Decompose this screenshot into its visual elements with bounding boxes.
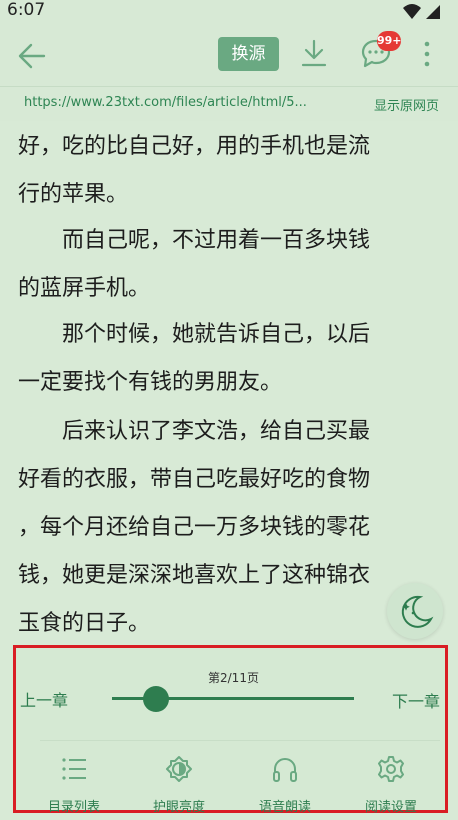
status-time: 6:07 [7,0,46,20]
reading-settings-button[interactable]: 阅读设置 [349,754,433,815]
night-mode-button[interactable] [387,583,443,639]
toc-button[interactable]: 目录列表 [32,754,116,815]
reader-control-panel: 第2/11页 上一章 下一章 目录列表 护眼亮度 语音朗读 阅读设置 [13,645,448,815]
status-bar: 6:07 [0,0,458,24]
status-icons [402,3,446,25]
download-button[interactable] [300,38,328,68]
headphones-icon [273,758,297,782]
comment-count-badge: 99+ [377,31,402,51]
more-button[interactable] [420,40,434,70]
more-vertical-icon [424,41,430,67]
gear-icon [378,756,404,782]
signal-icon [426,5,440,19]
back-arrow-icon [18,43,46,69]
show-original-link[interactable]: 显示原网页 [374,95,439,114]
voice-read-button[interactable]: 语音朗读 [243,754,327,815]
reading-content[interactable]: 好，吃的比自己好，用的手机也是流 行的苹果。 而自己呢，不过用着一百多块钱 的蓝… [0,121,458,646]
paragraph: 而自己呢，不过用着一百多块钱 的蓝屏手机。 [18,228,371,301]
paragraph: 那个时候，她就告诉自己，以后 一定要找个有钱的男朋友。 [18,322,371,395]
list-icon [62,758,86,780]
next-chapter-button[interactable]: 下一章 [392,688,440,712]
moon-icon [401,595,434,628]
panel-divider [40,740,440,741]
eye-brightness-button[interactable]: 护眼亮度 [137,754,221,815]
progress-slider-thumb[interactable] [143,686,169,712]
tool-label: 护眼亮度 [152,800,205,815]
top-toolbar: 换源 99+ [0,24,458,86]
tool-label: 语音朗读 [258,800,311,815]
paragraph: 后来认识了李文浩，给自己买最 好看的衣服，带自己吃最好吃的食物 ，每个月还给自己… [18,419,371,636]
source-url[interactable]: https://www.23txt.com/files/article/html… [24,95,339,110]
back-button[interactable] [14,38,50,74]
page-indicator: 第2/11页 [208,671,259,685]
tool-label: 阅读设置 [364,800,417,815]
download-icon [301,39,327,67]
wifi-icon [403,4,421,19]
brightness-icon [166,756,192,782]
tool-label: 目录列表 [47,800,100,815]
paragraph: 好，吃的比自己好，用的手机也是流 行的苹果。 [18,134,371,207]
prev-chapter-button[interactable]: 上一章 [20,687,68,711]
url-bar: https://www.23txt.com/files/article/html… [0,86,458,121]
switch-source-button[interactable]: 换源 [218,37,279,71]
